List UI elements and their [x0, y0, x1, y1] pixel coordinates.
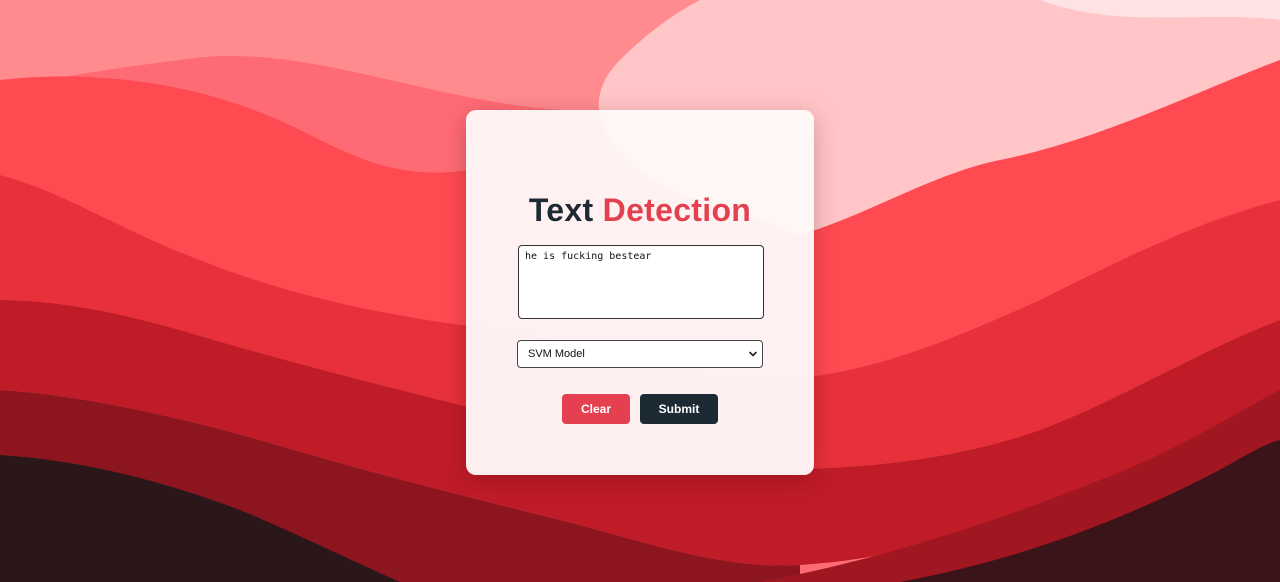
- model-select-value: SVM Model: [528, 348, 585, 360]
- model-select[interactable]: SVM Model: [517, 340, 763, 368]
- text-input[interactable]: he is fucking bestear: [518, 245, 764, 319]
- submit-button[interactable]: Submit: [640, 394, 718, 424]
- page-title: Text Detection: [466, 192, 814, 228]
- clear-button[interactable]: Clear: [562, 394, 630, 424]
- detection-card: Text Detection he is fucking bestear SVM…: [466, 110, 814, 475]
- title-word-detection: Detection: [602, 192, 752, 228]
- chevron-down-icon: [749, 351, 757, 357]
- title-word-text: Text: [528, 192, 594, 228]
